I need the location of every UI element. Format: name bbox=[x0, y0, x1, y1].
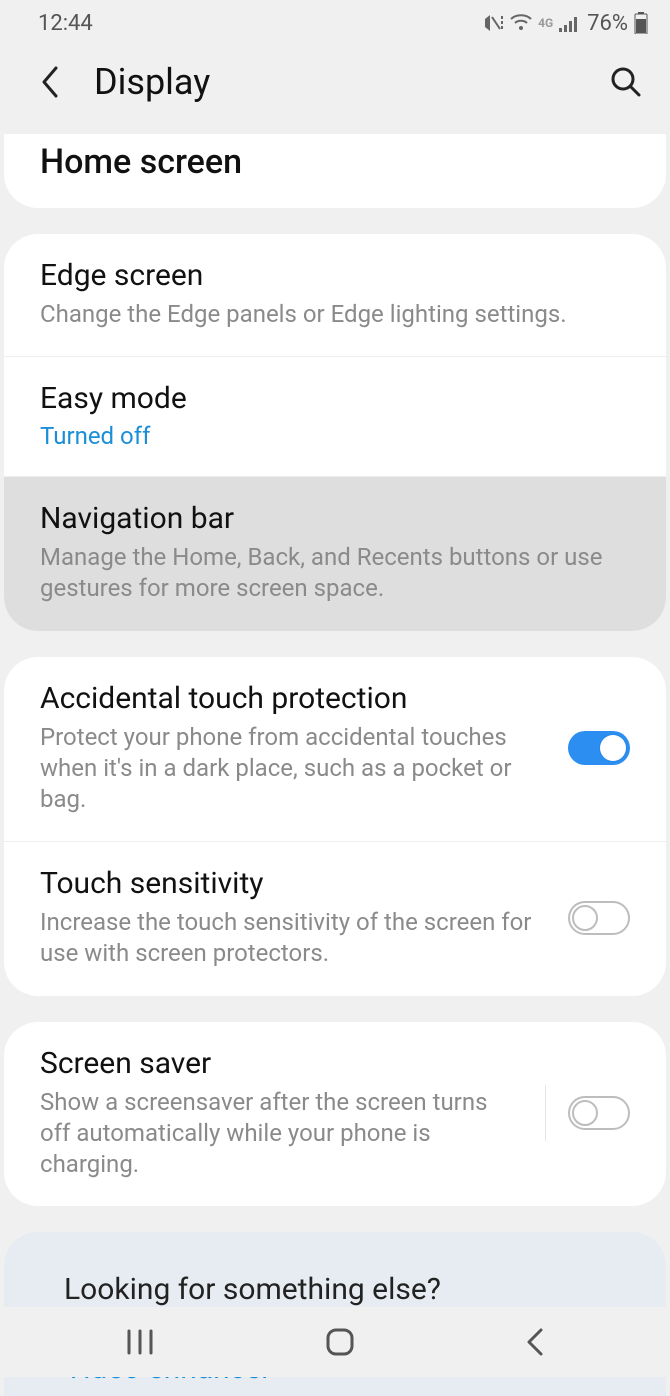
setting-title: Home screen bbox=[40, 142, 630, 182]
setting-navigation-bar[interactable]: Navigation bar Manage the Home, Back, an… bbox=[4, 476, 666, 630]
mute-vibrate-icon bbox=[482, 13, 504, 33]
setting-home-screen[interactable]: Home screen bbox=[4, 134, 666, 208]
setting-title: Navigation bar bbox=[40, 501, 630, 536]
divider bbox=[545, 1085, 546, 1141]
toggle-switch[interactable] bbox=[568, 901, 630, 935]
home-button[interactable] bbox=[325, 1327, 355, 1357]
network-label: 4G bbox=[538, 16, 553, 30]
setting-touch-sensitivity[interactable]: Touch sensitivity Increase the touch sen… bbox=[4, 841, 666, 995]
setting-title: Touch sensitivity bbox=[40, 866, 550, 901]
settings-group: Edge screen Change the Edge panels or Ed… bbox=[4, 234, 666, 631]
settings-group: Screen saver Show a screensaver after th… bbox=[4, 1022, 666, 1207]
setting-edge-screen[interactable]: Edge screen Change the Edge panels or Ed… bbox=[4, 234, 666, 356]
status-right: 4G 76% bbox=[482, 11, 648, 36]
signal-icon bbox=[559, 14, 581, 32]
search-icon[interactable] bbox=[602, 66, 642, 98]
battery-icon bbox=[634, 12, 648, 34]
setting-easy-mode[interactable]: Easy mode Turned off bbox=[4, 356, 666, 476]
setting-accidental-touch[interactable]: Accidental touch protection Protect your… bbox=[4, 657, 666, 842]
setting-desc: Protect your phone from accidental touch… bbox=[40, 722, 550, 816]
toggle-switch[interactable] bbox=[568, 1096, 630, 1130]
setting-desc: Show a screensaver after the screen turn… bbox=[40, 1087, 505, 1181]
looking-title: Looking for something else? bbox=[64, 1272, 606, 1307]
wifi-icon bbox=[510, 14, 532, 32]
back-icon[interactable] bbox=[40, 66, 76, 98]
setting-desc: Increase the touch sensitivity of the sc… bbox=[40, 907, 550, 969]
setting-title: Easy mode bbox=[40, 381, 630, 416]
setting-title: Edge screen bbox=[40, 258, 630, 293]
settings-group: Accidental touch protection Protect your… bbox=[4, 657, 666, 996]
setting-status: Turned off bbox=[40, 422, 630, 450]
setting-title: Accidental touch protection bbox=[40, 681, 550, 716]
settings-group: Home screen bbox=[4, 134, 666, 208]
setting-screen-saver[interactable]: Screen saver Show a screensaver after th… bbox=[4, 1022, 666, 1207]
page-title: Display bbox=[94, 61, 602, 103]
status-bar: 12:44 4G 76% bbox=[0, 0, 670, 46]
toggle-switch[interactable] bbox=[568, 731, 630, 765]
recents-button[interactable] bbox=[125, 1329, 155, 1355]
setting-title: Screen saver bbox=[40, 1046, 505, 1081]
header: Display bbox=[0, 46, 670, 118]
back-button[interactable] bbox=[525, 1327, 545, 1357]
setting-desc: Change the Edge panels or Edge lighting … bbox=[40, 299, 630, 330]
setting-desc: Manage the Home, Back, and Recents butto… bbox=[40, 542, 630, 604]
status-time: 12:44 bbox=[38, 11, 93, 36]
system-navbar bbox=[0, 1307, 670, 1377]
battery-percent: 76% bbox=[587, 11, 628, 36]
